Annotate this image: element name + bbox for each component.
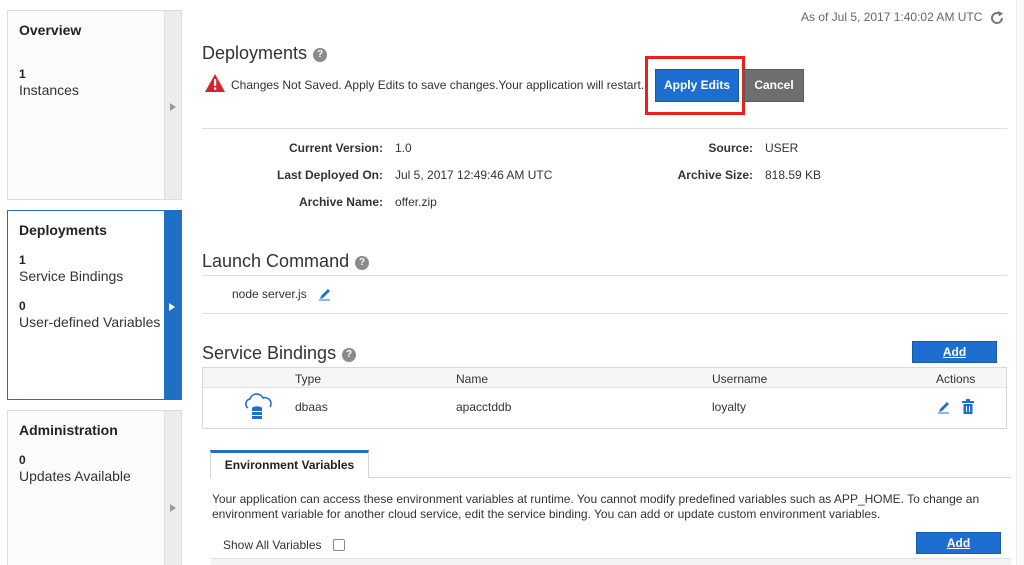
warning-icon	[205, 74, 225, 92]
pencil-icon[interactable]	[318, 287, 332, 301]
overview-expand-rail[interactable]	[164, 11, 181, 199]
sidebar-title-overview: Overview	[19, 22, 82, 38]
edit-binding-icon[interactable]	[937, 400, 951, 414]
as-of-timestamp: As of Jul 5, 2017 1:40:02 AM UTC	[801, 10, 983, 24]
source-label: Source:	[708, 141, 753, 155]
help-icon[interactable]: ?	[342, 348, 357, 362]
updates-count: 0	[19, 453, 26, 467]
add-env-variable-button[interactable]: Add	[916, 532, 1001, 554]
sidebar-card-deployments[interactable]: Deployments 1 Service Bindings 0 User-de…	[7, 210, 182, 400]
deployments-heading: Deployments?	[202, 43, 328, 64]
chevron-right-icon	[169, 303, 175, 311]
archive-size-label: Archive Size:	[677, 168, 753, 182]
help-icon[interactable]: ?	[355, 256, 370, 270]
table-header: Type Name Username Actions	[203, 368, 1006, 388]
divider	[202, 275, 1007, 276]
delete-binding-icon[interactable]	[962, 399, 974, 414]
apply-edits-button[interactable]: Apply Edits	[655, 69, 739, 102]
current-version-value: 1.0	[395, 141, 412, 155]
refresh-icon[interactable]	[989, 10, 1005, 26]
show-all-variables-label: Show All Variables	[223, 538, 322, 552]
archive-name-label: Archive Name:	[298, 195, 383, 209]
service-bindings-label: Service Bindings	[19, 268, 124, 284]
user-variables-label: User-defined Variables	[19, 314, 161, 330]
service-bindings-heading: Service Bindings?	[202, 343, 357, 364]
deployments-title: Deployments	[202, 43, 308, 63]
archive-size-value: 818.59 KB	[765, 168, 822, 182]
archive-name-value: offer.zip	[395, 195, 437, 209]
sidebar-card-administration[interactable]: Administration 0 Updates Available	[7, 410, 182, 565]
current-version-label: Current Version:	[288, 141, 383, 155]
tab-environment-variables[interactable]: Environment Variables	[210, 450, 369, 478]
column-header-name[interactable]: Name	[456, 372, 488, 386]
column-header-username[interactable]: Username	[712, 372, 767, 386]
launch-command-title: Launch Command	[202, 251, 350, 271]
binding-username: loyalty	[712, 400, 747, 414]
binding-name: apacctddb	[456, 400, 512, 414]
cancel-button[interactable]: Cancel	[744, 69, 804, 102]
launch-command-value: node server.js	[232, 287, 307, 301]
user-variables-count: 0	[19, 299, 26, 313]
binding-type: dbaas	[295, 400, 328, 414]
column-header-type[interactable]: Type	[295, 372, 321, 386]
add-service-binding-button[interactable]: Add	[912, 341, 997, 363]
scrollbar[interactable]	[1016, 0, 1024, 565]
source-value: USER	[765, 141, 799, 155]
last-deployed-label: Last Deployed On:	[276, 168, 383, 182]
help-icon[interactable]: ?	[313, 48, 328, 62]
service-bindings-count: 1	[19, 253, 26, 267]
instances-label: Instances	[19, 82, 79, 98]
updates-label: Updates Available	[19, 468, 131, 484]
sidebar-card-overview[interactable]: Overview 1 Instances	[7, 10, 182, 200]
env-description: Your application can access these enviro…	[212, 492, 980, 521]
sidebar-title-administration: Administration	[19, 422, 118, 438]
service-bindings-table: Type Name Username Actions dbaas apacctd…	[202, 367, 1007, 429]
database-cloud-icon	[245, 393, 272, 419]
divider	[202, 128, 1007, 129]
administration-expand-rail[interactable]	[164, 411, 181, 565]
column-header-actions: Actions	[936, 372, 976, 386]
divider	[202, 313, 1007, 314]
chevron-right-icon	[170, 504, 176, 512]
chevron-right-icon	[170, 103, 176, 111]
unsaved-changes-message: Changes Not Saved. Apply Edits to save c…	[231, 78, 645, 92]
launch-command-heading: Launch Command?	[202, 251, 370, 272]
deployments-expand-rail[interactable]	[164, 211, 181, 399]
instances-count: 1	[19, 67, 26, 81]
show-all-variables-checkbox[interactable]	[333, 539, 345, 551]
variables-table-top	[211, 558, 1011, 565]
service-bindings-title: Service Bindings	[202, 343, 337, 363]
sidebar-title-deployments: Deployments	[19, 222, 107, 238]
last-deployed-value: Jul 5, 2017 12:49:46 AM UTC	[395, 168, 553, 182]
